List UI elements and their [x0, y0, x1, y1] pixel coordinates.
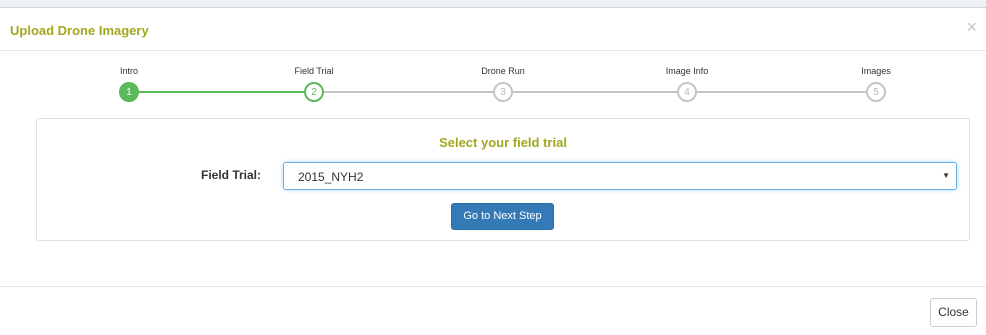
field-trial-select[interactable]: 2015_NYH2 ▼ — [283, 162, 957, 190]
background-strip — [0, 0, 986, 7]
step-label-intro: Intro — [119, 66, 139, 76]
field-trial-label: Field Trial: — [201, 168, 262, 182]
step-label-field-trial: Field Trial — [294, 66, 334, 76]
step-connector-1-2 — [139, 91, 305, 93]
step-connector-2-3 — [323, 91, 494, 93]
step-circle-1[interactable]: 1 — [119, 82, 139, 102]
caret-down-icon: ▼ — [942, 171, 950, 180]
modal-header: Upload Drone Imagery × — [0, 8, 986, 51]
step-label-drone-run: Drone Run — [481, 66, 525, 76]
field-trial-selected-value: 2015_NYH2 — [298, 170, 364, 184]
close-icon[interactable]: × — [966, 18, 977, 36]
step-label-images: Images — [861, 66, 891, 76]
modal-title: Upload Drone Imagery — [10, 23, 149, 38]
step-label-image-info: Image Info — [665, 66, 709, 76]
footer-divider — [0, 286, 986, 287]
upload-drone-imagery-modal: Upload Drone Imagery × Intro 1 Field Tri… — [0, 7, 986, 335]
go-to-next-step-button[interactable]: Go to Next Step — [451, 203, 554, 230]
step-circle-5[interactable]: 5 — [866, 82, 886, 102]
close-button[interactable]: Close — [930, 298, 977, 327]
wizard-steps: Intro 1 Field Trial 2 Drone Run 3 Image … — [0, 66, 986, 106]
panel-title: Select your field trial — [439, 135, 567, 150]
step-circle-4[interactable]: 4 — [677, 82, 697, 102]
step-circle-3[interactable]: 3 — [493, 82, 513, 102]
step-connector-4-5 — [696, 91, 866, 93]
field-trial-panel: Select your field trial Field Trial: 201… — [36, 118, 970, 241]
step-circle-2[interactable]: 2 — [304, 82, 324, 102]
step-connector-3-4 — [512, 91, 678, 93]
